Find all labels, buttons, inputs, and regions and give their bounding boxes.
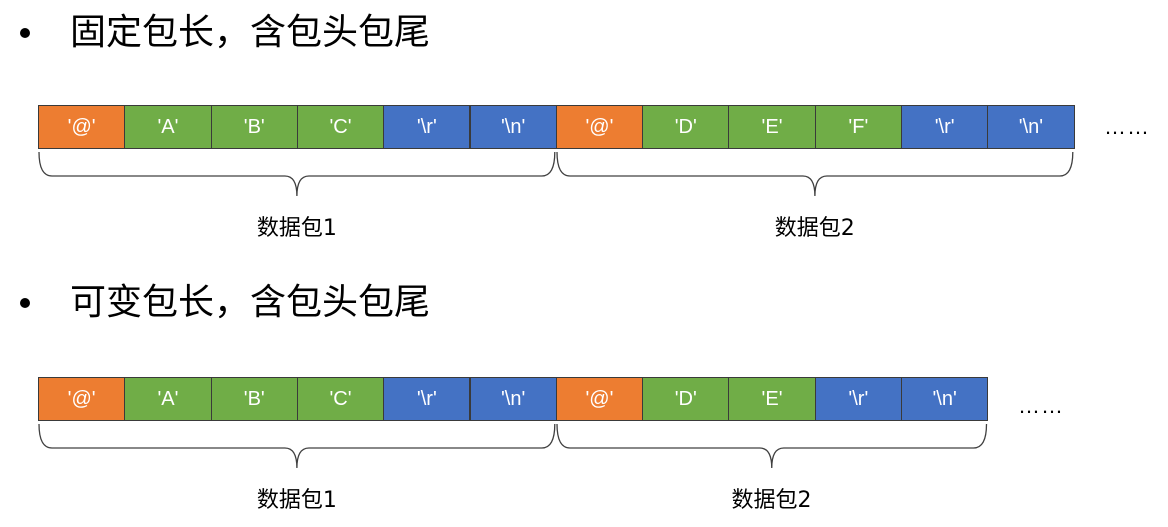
packet-label: 数据包2 xyxy=(731,488,812,513)
byte-cell-data: 'E' xyxy=(728,377,816,421)
byte-cell-header: '@' xyxy=(38,377,126,421)
byte-cell-data: 'B' xyxy=(210,377,298,421)
byte-cell-tail: '\r' xyxy=(814,377,902,421)
byte-cell-header: '@' xyxy=(555,377,644,421)
packet-label: 数据包1 xyxy=(256,488,337,513)
byte-cell-data: 'A' xyxy=(124,377,212,421)
byte-cell-tail: '\n' xyxy=(469,377,557,421)
bullet-dot-icon xyxy=(20,298,30,308)
byte-cell-data: 'D' xyxy=(642,377,730,421)
byte-cell-tail: '\n' xyxy=(901,377,989,421)
stream-ellipsis: …… xyxy=(1018,393,1064,418)
brace-path xyxy=(38,423,556,469)
section-heading: 可变包长，含包头包尾 xyxy=(70,282,431,323)
byte-cell-data: 'C' xyxy=(296,377,385,421)
variable-length-section: 可变包长，含包头包尾 …… '@' 'A' 'B' 'C' '\r' '\n' '@' 'D'… xyxy=(0,0,1168,527)
packet-brace xyxy=(38,423,556,469)
packet-brace xyxy=(556,423,987,469)
brace-path xyxy=(556,423,987,469)
byte-cell-tail: '\r' xyxy=(383,377,471,421)
